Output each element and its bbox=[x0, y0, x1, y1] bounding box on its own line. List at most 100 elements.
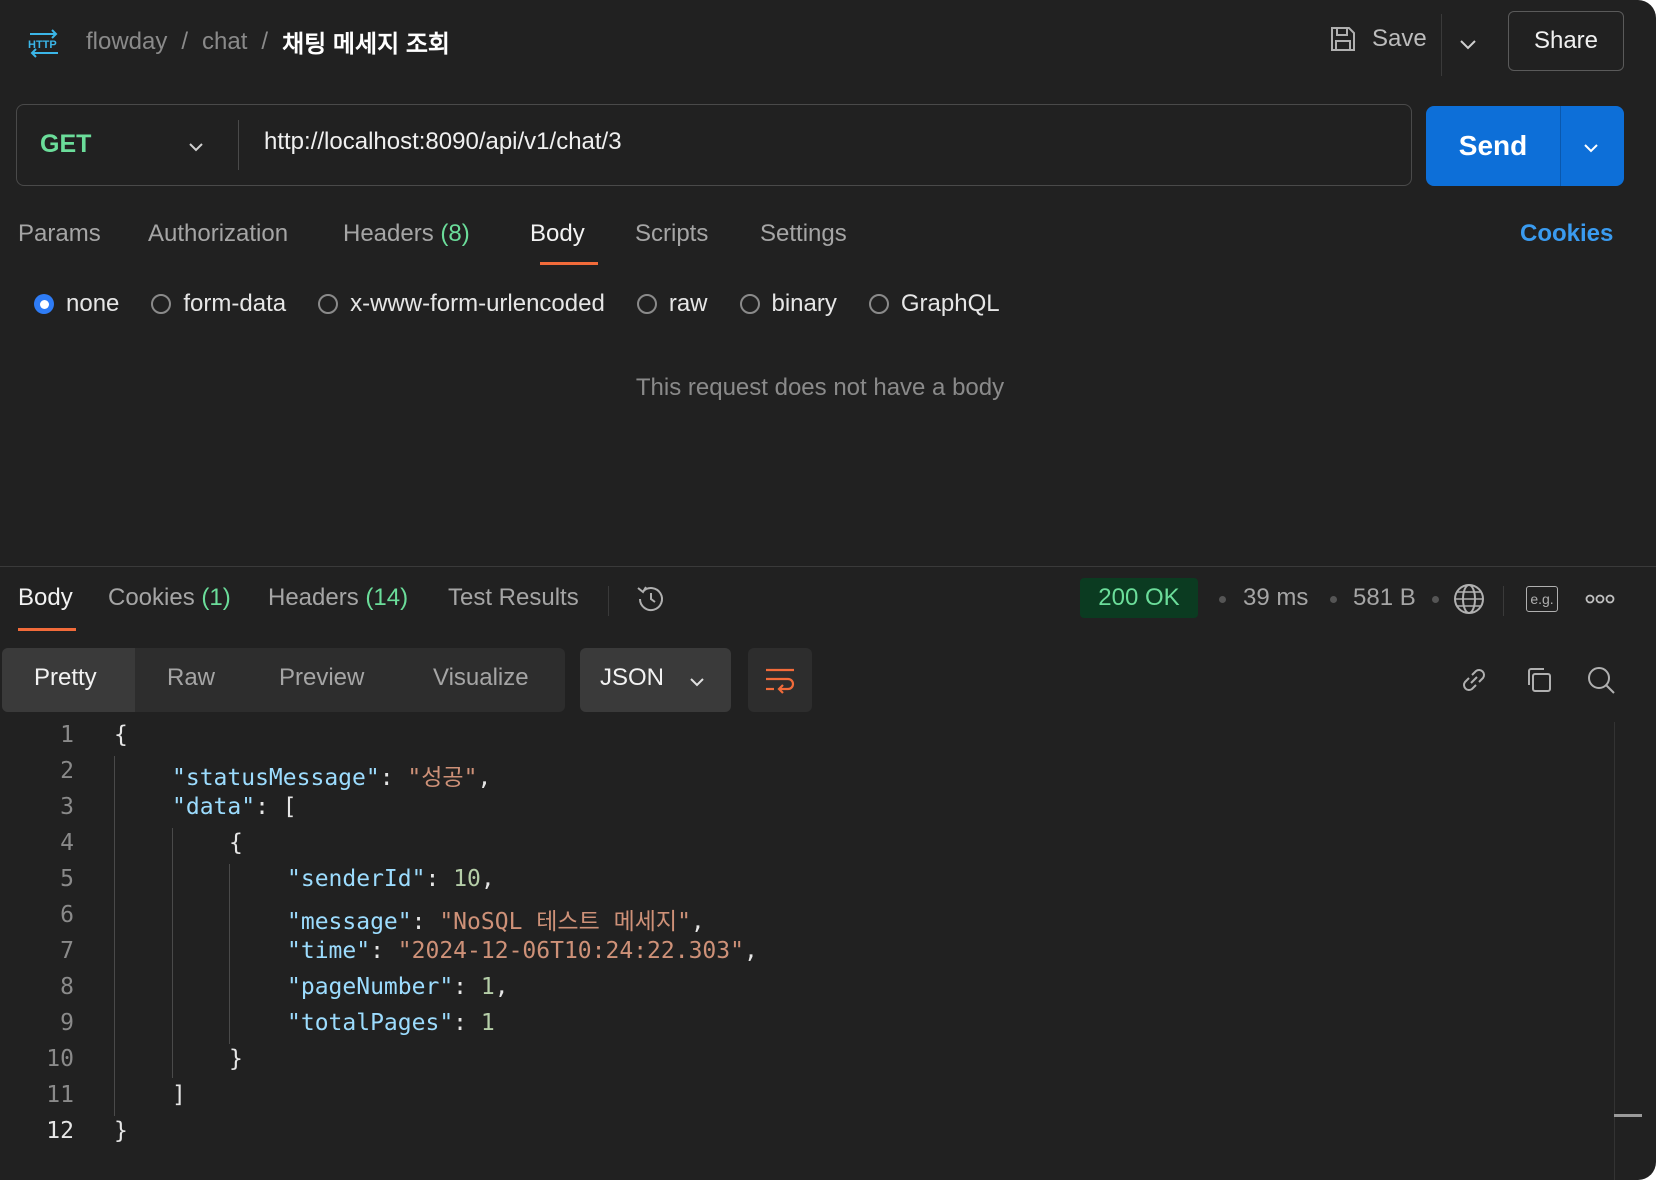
line-number: 12 bbox=[46, 1118, 74, 1144]
code-line: "senderId": 10, bbox=[287, 866, 495, 892]
radio-unchecked-icon bbox=[151, 294, 172, 314]
response-size[interactable]: 581 B bbox=[1353, 584, 1416, 612]
code-line: "time": "2024-12-06T10:24:22.303", bbox=[287, 938, 758, 964]
radio-label: binary bbox=[771, 290, 837, 317]
json-key: "time" bbox=[287, 938, 371, 964]
tab-response-headers[interactable]: Headers (14) bbox=[268, 584, 408, 612]
breadcrumb: flowday / chat / 채팅 메세지 조회 bbox=[86, 24, 450, 59]
code-line: "data": [ bbox=[172, 794, 297, 820]
save-icon bbox=[1331, 27, 1355, 51]
json-string: "2024-12-06T10:24:22.303" bbox=[397, 938, 744, 964]
empty-body-message: This request does not have a body bbox=[635, 374, 1005, 401]
divider bbox=[238, 120, 239, 170]
url-input[interactable]: http://localhost:8090/api/v1/chat/3 bbox=[264, 128, 622, 156]
json-key: "pageNumber" bbox=[287, 974, 454, 1000]
code-line: "pageNumber": 1, bbox=[287, 974, 509, 1000]
separator-dot bbox=[1432, 596, 1439, 603]
status-badge[interactable]: 200 OK bbox=[1080, 578, 1198, 618]
view-pretty[interactable]: Pretty bbox=[34, 664, 97, 692]
divider bbox=[1503, 586, 1504, 616]
save-button[interactable]: Save bbox=[1328, 24, 1427, 54]
save-label: Save bbox=[1372, 25, 1427, 52]
tab-label: Test Results bbox=[448, 584, 579, 611]
radio-x-www-form-urlencoded[interactable]: x-www-form-urlencoded bbox=[318, 290, 605, 318]
breadcrumb-workspace[interactable]: flowday bbox=[86, 28, 167, 56]
tab-label: Authorization bbox=[148, 220, 289, 247]
divider bbox=[608, 586, 609, 616]
http-request-icon: HTTP bbox=[28, 29, 58, 58]
json-string: "NoSQL 테스트 메세지" bbox=[439, 909, 691, 935]
code-line: } bbox=[229, 1046, 243, 1072]
tab-authorization[interactable]: Authorization bbox=[148, 220, 288, 248]
scrollbar[interactable] bbox=[1614, 722, 1615, 1180]
more-options-icon[interactable] bbox=[1584, 588, 1616, 610]
json-key: "message" bbox=[287, 909, 412, 935]
breadcrumb-collection[interactable]: chat bbox=[202, 28, 247, 56]
breadcrumb-separator: / bbox=[261, 27, 269, 55]
save-example-button[interactable]: e.g. bbox=[1526, 586, 1558, 612]
pane-divider[interactable] bbox=[0, 566, 1656, 567]
code-line: ] bbox=[172, 1082, 186, 1108]
radio-form-data[interactable]: form-data bbox=[151, 290, 286, 318]
history-icon[interactable] bbox=[634, 582, 668, 616]
tab-response-body[interactable]: Body bbox=[18, 584, 73, 612]
json-key: "statusMessage" bbox=[172, 765, 380, 791]
line-number: 11 bbox=[46, 1082, 74, 1108]
chevron-down-icon[interactable] bbox=[1580, 137, 1602, 159]
line-number: 4 bbox=[60, 830, 74, 856]
radio-unchecked-icon bbox=[636, 294, 657, 314]
tab-body[interactable]: Body bbox=[530, 220, 585, 248]
globe-icon[interactable] bbox=[1452, 582, 1486, 616]
json-number: 1 bbox=[480, 974, 495, 1000]
json-key: "senderId" bbox=[287, 866, 426, 892]
radio-binary[interactable]: binary bbox=[739, 290, 837, 318]
tab-label: Scripts bbox=[635, 220, 709, 247]
response-code-view[interactable]: 1 2 3 4 5 6 7 8 9 10 11 12 { "statusMess… bbox=[0, 722, 1610, 1152]
view-raw[interactable]: Raw bbox=[167, 664, 215, 692]
tab-label: Body bbox=[530, 220, 585, 247]
tab-scripts[interactable]: Scripts bbox=[635, 220, 708, 248]
method-select[interactable]: GET bbox=[40, 130, 91, 159]
chevron-down-icon[interactable] bbox=[185, 136, 207, 158]
indent-guide bbox=[172, 828, 173, 1078]
scrollbar-thumb[interactable] bbox=[1614, 1114, 1642, 1117]
indent-guide bbox=[114, 756, 115, 1116]
url-bar bbox=[16, 104, 1412, 186]
search-icon[interactable] bbox=[1584, 663, 1618, 697]
response-time[interactable]: 39 ms bbox=[1243, 584, 1308, 612]
tab-label: Headers bbox=[343, 220, 434, 247]
copy-icon[interactable] bbox=[1522, 663, 1556, 697]
tab-headers[interactable]: Headers (8) bbox=[343, 220, 470, 248]
share-button[interactable]: Share bbox=[1508, 11, 1624, 71]
active-tab-indicator bbox=[18, 628, 76, 631]
tab-label: Headers bbox=[268, 584, 359, 611]
radio-raw[interactable]: raw bbox=[636, 290, 708, 318]
breadcrumb-separator: / bbox=[181, 27, 189, 55]
send-button[interactable]: Send bbox=[1426, 106, 1560, 186]
tab-count: (14) bbox=[365, 584, 409, 611]
separator-dot bbox=[1330, 596, 1337, 603]
tab-params[interactable]: Params bbox=[18, 220, 101, 248]
code-line: "message": "NoSQL 테스트 메세지", bbox=[287, 909, 705, 935]
line-number: 2 bbox=[60, 758, 74, 784]
radio-label: form-data bbox=[183, 290, 287, 317]
chevron-down-icon bbox=[690, 678, 704, 687]
view-visualize[interactable]: Visualize bbox=[433, 664, 529, 692]
chevron-down-icon[interactable] bbox=[1455, 32, 1481, 58]
cookies-link[interactable]: Cookies bbox=[1520, 220, 1613, 248]
tab-test-results[interactable]: Test Results bbox=[448, 584, 579, 612]
active-tab-indicator bbox=[540, 262, 598, 265]
radio-none[interactable]: none bbox=[34, 290, 119, 318]
line-number: 3 bbox=[60, 794, 74, 820]
link-icon[interactable] bbox=[1457, 663, 1491, 697]
tab-response-cookies[interactable]: Cookies (1) bbox=[108, 584, 231, 612]
tab-label: Body bbox=[18, 584, 73, 611]
code-line: { bbox=[114, 722, 128, 748]
json-key: "totalPages" bbox=[287, 1010, 454, 1036]
radio-graphql[interactable]: GraphQL bbox=[868, 290, 1000, 318]
view-preview[interactable]: Preview bbox=[279, 664, 364, 692]
radio-label: x-www-form-urlencoded bbox=[350, 290, 605, 317]
divider bbox=[1441, 14, 1442, 76]
tab-settings[interactable]: Settings bbox=[760, 220, 847, 248]
request-name[interactable]: 채팅 메세지 조회 bbox=[282, 24, 450, 59]
